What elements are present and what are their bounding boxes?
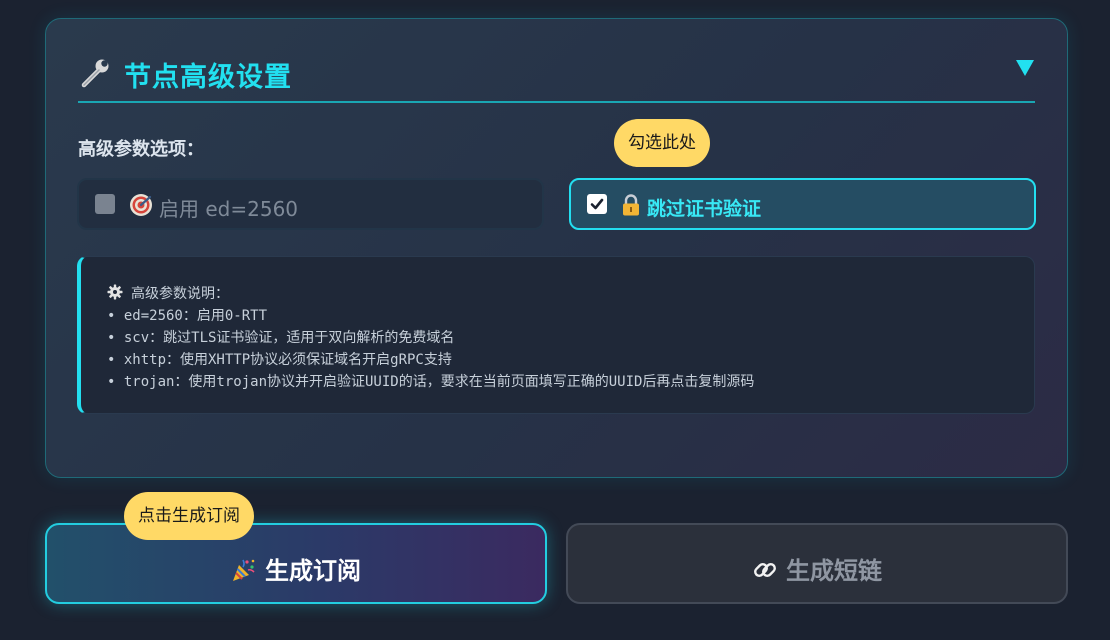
- generate-subscription-label: 生成订阅: [265, 557, 361, 585]
- lock-icon: [623, 194, 639, 216]
- section-label: 高级参数选项：: [78, 139, 204, 160]
- ed-checkbox[interactable]: [95, 194, 115, 214]
- generate-short-link-button[interactable]: 生成短链: [566, 523, 1068, 604]
- generate-hint-tooltip: 点击生成订阅: [124, 492, 254, 540]
- notes-line: • scv：跳过TLS证书验证，适用于双向解析的免费域名: [107, 330, 455, 346]
- link-icon: [754, 563, 776, 577]
- notes-title: 高级参数说明：: [131, 286, 229, 302]
- ed-option-label: 启用 ed=2560: [159, 197, 299, 221]
- wrench-icon: [81, 59, 109, 88]
- party-popper-icon: [233, 559, 255, 581]
- panel-header[interactable]: 节点高级设置: [78, 53, 1035, 103]
- gear-icon: [107, 284, 123, 300]
- notes-title-row: 高级参数说明：: [107, 283, 754, 305]
- triangle-down-icon[interactable]: [1015, 59, 1035, 77]
- panel-title: 节点高级设置: [124, 62, 292, 93]
- notes-line: • ed=2560：启用0-RTT: [107, 308, 268, 324]
- generate-short-link-label: 生成短链: [786, 557, 882, 585]
- notes-box: 高级参数说明： • ed=2560：启用0-RTT • scv：跳过TLS证书验…: [77, 256, 1035, 414]
- checkbox-hint-tooltip: 勾选此处: [614, 119, 710, 167]
- target-icon: [130, 194, 152, 216]
- scv-option-label: 跳过证书验证: [647, 198, 762, 220]
- scv-option[interactable]: 跳过证书验证: [569, 178, 1036, 230]
- scv-checkbox[interactable]: [587, 194, 607, 214]
- notes-line: • trojan：使用trojan协议并开启验证UUID的话，要求在当前页面填写…: [107, 374, 755, 390]
- generate-subscription-button[interactable]: 生成订阅: [45, 523, 547, 604]
- notes-line: • xhttp：使用XHTTP协议必须保证域名开启gRPC支持: [107, 352, 452, 368]
- ed-option[interactable]: 启用 ed=2560: [77, 178, 544, 230]
